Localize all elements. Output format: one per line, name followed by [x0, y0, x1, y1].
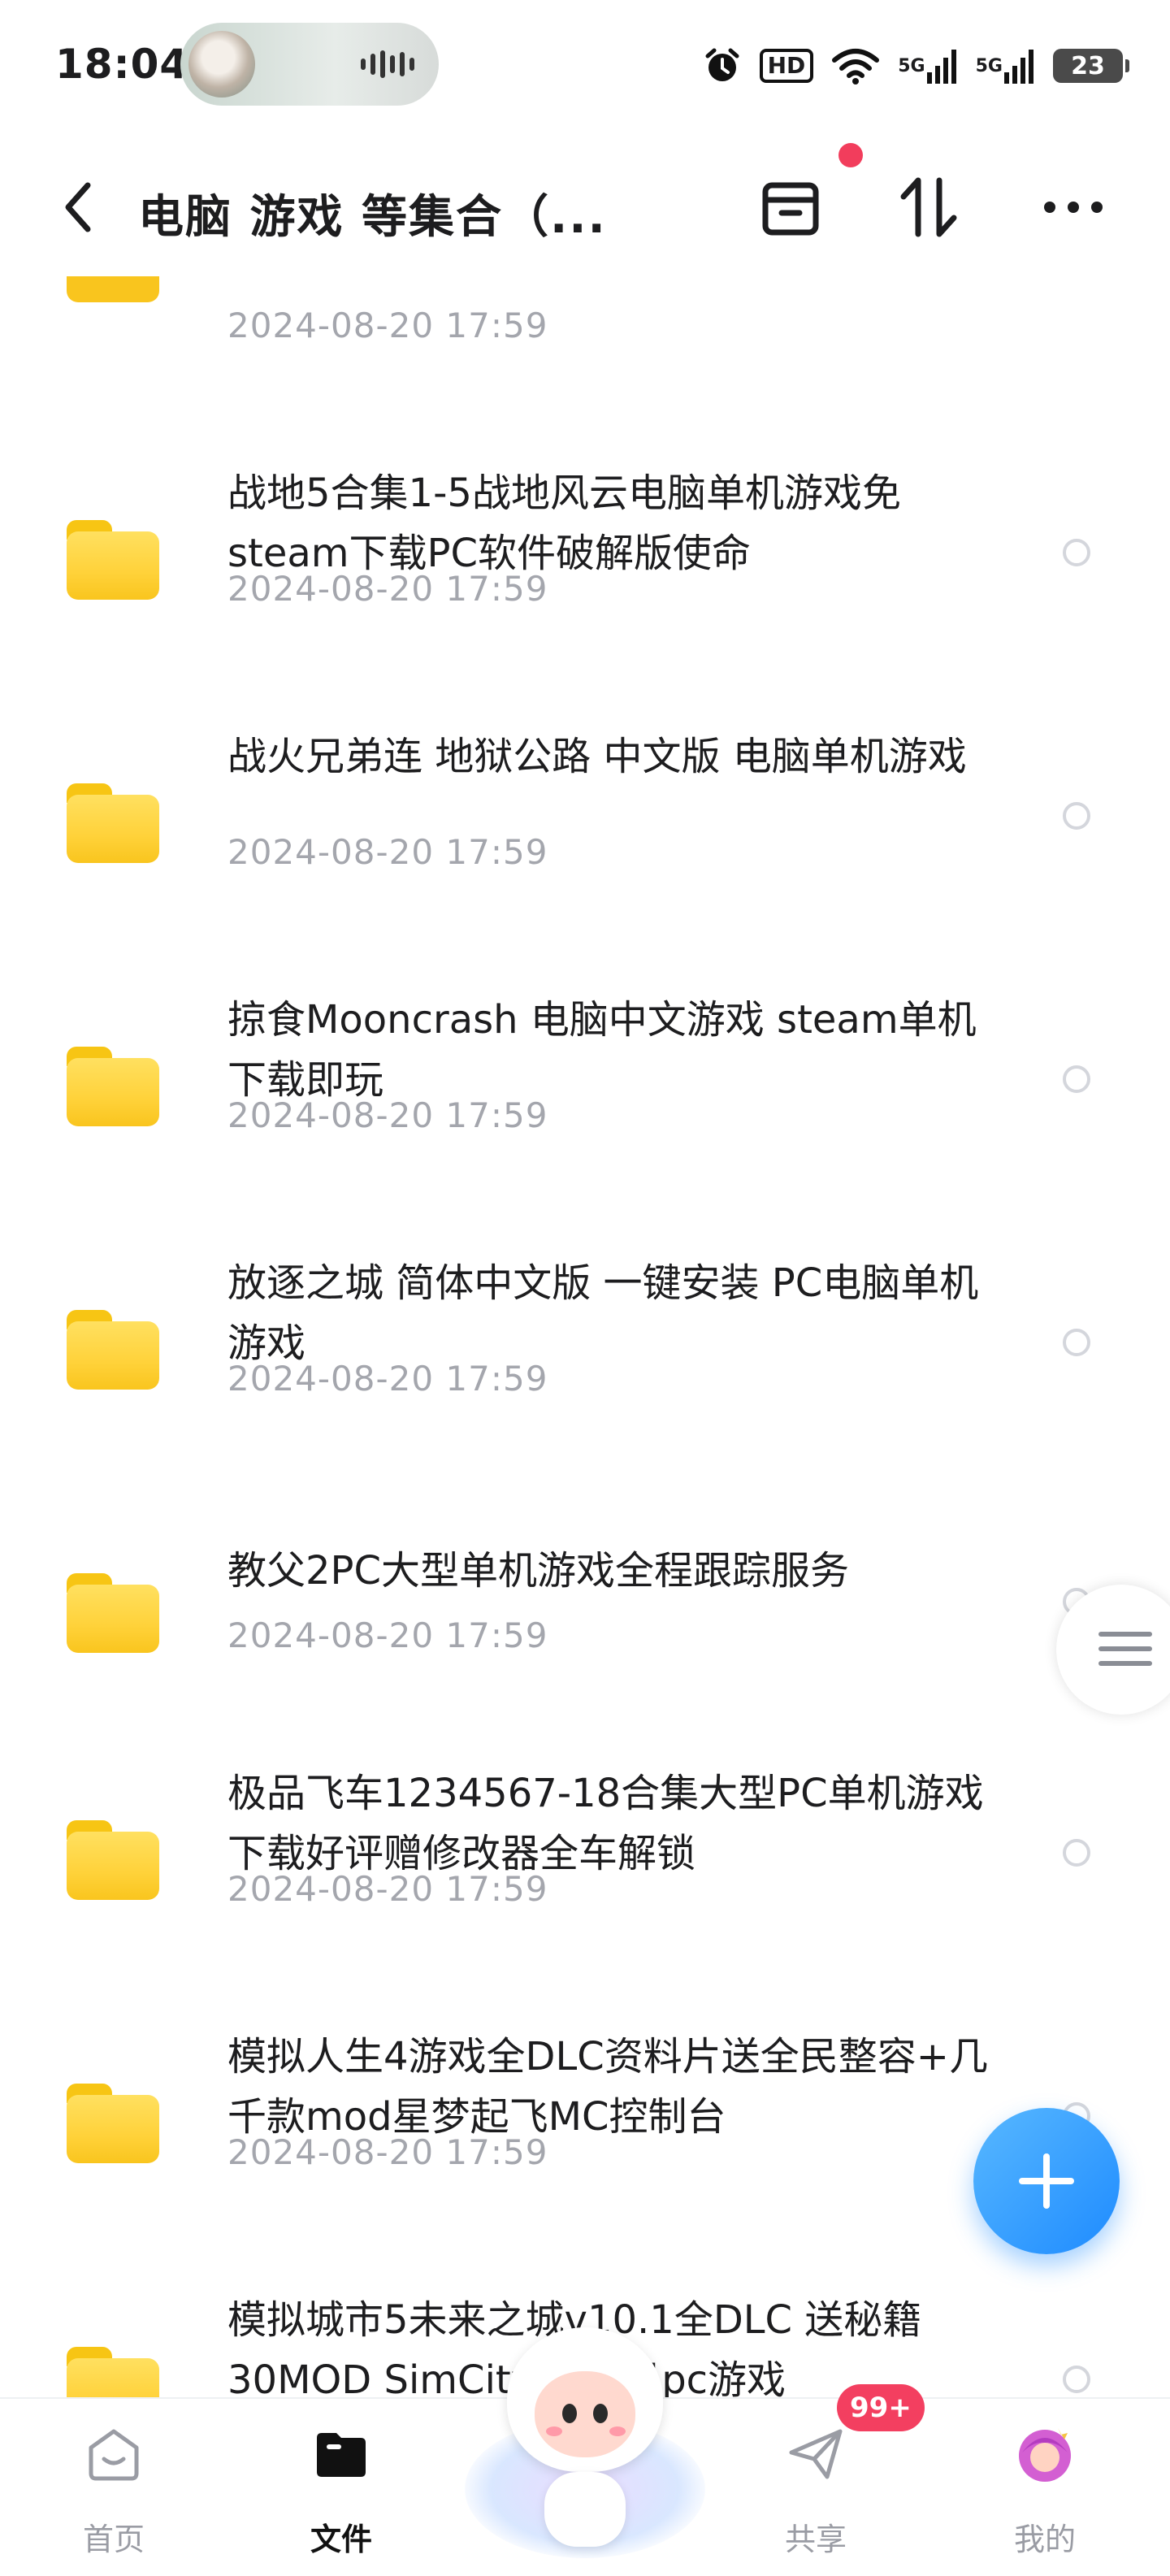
- tab-label: 共享: [784, 2522, 847, 2557]
- add-button[interactable]: [973, 2108, 1120, 2254]
- folder-icon: [67, 2084, 159, 2163]
- file-date: 2024-08-20 17:59: [228, 2132, 548, 2172]
- tab-files[interactable]: 文件: [268, 2399, 414, 2576]
- select-radio[interactable]: [1063, 2366, 1090, 2393]
- audio-wave-icon: [361, 50, 418, 78]
- list-item[interactable]: 放逐之城 简体中文版 一键安装 PC电脑单机游戏 2024-08-20 17:5…: [0, 1196, 1170, 1456]
- status-icons: HD 5G 5G 23: [703, 37, 1129, 94]
- file-list: 2024-08-20 17:59 战地5合集1-5战地风云电脑单机游戏免stea…: [0, 276, 1170, 2397]
- home-icon: [89, 2429, 139, 2481]
- app-header: 电脑 游戏 等集合（...: [0, 138, 1170, 276]
- file-name: 教父2PC大型单机游戏全程跟踪服务: [228, 1548, 850, 1594]
- select-radio[interactable]: [1063, 802, 1090, 830]
- folder-icon: [67, 783, 159, 863]
- file-name: 掠食Mooncrash 电脑中文游戏 steam单机下载即玩: [228, 997, 977, 1103]
- file-date: 2024-08-20 17:59: [228, 569, 548, 609]
- signal-5g-icon: 5G: [976, 48, 1035, 84]
- hd-icon: HD: [759, 49, 814, 83]
- tab-label: 我的: [1013, 2522, 1076, 2557]
- file-date: 2024-08-20 17:59: [228, 832, 548, 872]
- wifi-icon: [831, 47, 880, 85]
- file-name: 战火兄弟连 地狱公路 中文版 电脑单机游戏: [228, 734, 967, 779]
- assistant-mascot-button[interactable]: [465, 2322, 705, 2574]
- tab-home[interactable]: 首页: [41, 2399, 187, 2576]
- folder-icon: [67, 276, 159, 302]
- file-date: 2024-08-20 17:59: [228, 1095, 548, 1135]
- list-item[interactable]: 掠食Mooncrash 电脑中文游戏 steam单机下载即玩 2024-08-2…: [0, 933, 1170, 1193]
- select-radio[interactable]: [1063, 539, 1090, 566]
- signal-label: 5G: [975, 55, 1003, 76]
- send-icon: [789, 2429, 843, 2479]
- more-icon[interactable]: [1037, 171, 1110, 244]
- avatar: [1019, 2428, 1071, 2482]
- tab-label: 文件: [310, 2522, 372, 2557]
- folder-icon: [67, 520, 159, 600]
- list-item[interactable]: 极品飞车1234567-18合集大型PC单机游戏下载好评赠修改器全车解锁 202…: [0, 1706, 1170, 1967]
- file-date: 2024-08-20 17:59: [228, 306, 548, 345]
- file-name: 模拟人生4游戏全DLC资料片送全民整容+几千款mod星梦起飞MC控制台: [228, 2034, 988, 2140]
- file-name: 极品飞车1234567-18合集大型PC单机游戏下载好评赠修改器全车解锁: [228, 1771, 984, 1876]
- select-radio[interactable]: [1063, 1839, 1090, 1867]
- folder-icon: [67, 1047, 159, 1126]
- battery-icon: 23: [1053, 49, 1129, 83]
- folder-icon: [67, 1310, 159, 1390]
- file-name: 放逐之城 简体中文版 一键安装 PC电脑单机游戏: [228, 1260, 979, 1366]
- file-name: 战地5合集1-5战地风云电脑单机游戏免steam下载PC软件破解版使命: [228, 471, 901, 576]
- status-bar: 18:04 HD 5G 5G 23: [0, 0, 1170, 130]
- list-item[interactable]: 战地5合集1-5战地风云电脑单机游戏免steam下载PC软件破解版使命 2024…: [0, 406, 1170, 666]
- archive-icon[interactable]: [754, 171, 827, 244]
- folder-icon: [67, 1573, 159, 1653]
- select-radio[interactable]: [1063, 1065, 1090, 1093]
- folder-icon: [67, 2347, 159, 2397]
- list-item[interactable]: 教父2PC大型单机游戏全程跟踪服务 2024-08-20 17:59: [0, 1459, 1170, 1663]
- signal-5g-icon: 5G: [898, 48, 957, 84]
- select-radio[interactable]: [1063, 1329, 1090, 1356]
- tab-mine[interactable]: 我的: [972, 2399, 1118, 2576]
- status-time: 18:04: [55, 41, 189, 88]
- alarm-icon: [703, 46, 742, 85]
- album-art: [188, 31, 255, 98]
- list-item[interactable]: 战火兄弟连 地狱公路 中文版 电脑单机游戏 2024-08-20 17:59: [0, 670, 1170, 930]
- now-playing-pill[interactable]: [180, 23, 439, 106]
- folder-icon: [317, 2433, 366, 2477]
- file-date: 2024-08-20 17:59: [228, 1359, 548, 1399]
- folder-icon: [67, 1820, 159, 1900]
- notification-dot: [838, 143, 863, 167]
- tab-label: 首页: [82, 2522, 145, 2557]
- signal-label: 5G: [898, 55, 925, 76]
- sort-icon[interactable]: [892, 171, 965, 244]
- file-date: 2024-08-20 17:59: [228, 1869, 548, 1909]
- file-date: 2024-08-20 17:59: [228, 1615, 548, 1655]
- notification-badge: 99+: [837, 2384, 925, 2431]
- page-title: 电脑 游戏 等集合（...: [138, 191, 607, 244]
- back-icon[interactable]: [57, 179, 106, 236]
